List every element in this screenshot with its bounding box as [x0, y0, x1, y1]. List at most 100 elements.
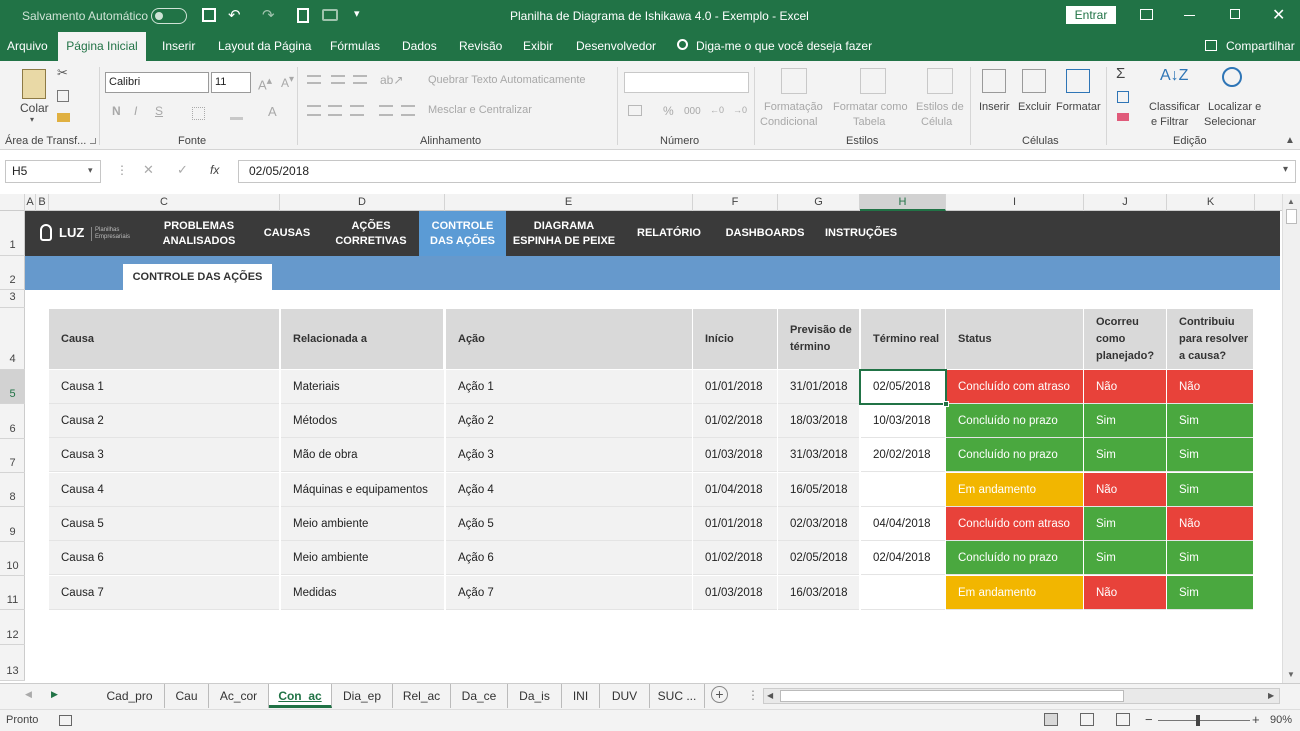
restore-icon[interactable]: [1230, 9, 1240, 19]
causa-cell[interactable]: Causa 1: [49, 370, 279, 404]
page-break-view-icon[interactable]: [1116, 713, 1130, 726]
inicio-cell[interactable]: 01/02/2018: [693, 541, 777, 575]
scroll-right-icon[interactable]: ▶: [1268, 691, 1274, 700]
inicio-cell[interactable]: 01/03/2018: [693, 438, 777, 472]
contribuiu-cell[interactable]: Sim: [1167, 576, 1253, 610]
acao-cell[interactable]: Ação 2: [446, 404, 692, 438]
sort-filter-label-2[interactable]: e Filtrar: [1151, 116, 1188, 128]
sheet-tab[interactable]: Da_ce: [451, 684, 508, 708]
italic-button[interactable]: I: [134, 104, 137, 118]
sheet-tab[interactable]: Cau: [165, 684, 209, 708]
conditional-format-label-2[interactable]: Condicional: [760, 116, 817, 128]
bold-button[interactable]: N: [112, 104, 121, 118]
copy-icon[interactable]: [57, 90, 69, 102]
expand-formula-icon[interactable]: ▾: [1283, 164, 1288, 175]
previsao-cell[interactable]: 31/03/2018: [778, 438, 859, 472]
previsao-cell[interactable]: 02/03/2018: [778, 507, 859, 541]
increase-decimal-icon[interactable]: ←0: [710, 105, 724, 115]
tab-desenvolvedor[interactable]: Desenvolvedor: [576, 32, 656, 61]
row-header[interactable]: 10: [0, 542, 25, 576]
tab-revisao[interactable]: Revisão: [459, 32, 502, 61]
font-color-icon[interactable]: A: [268, 104, 277, 119]
nav-problemas-analisados[interactable]: PROBLEMAS ANALISADOS: [155, 211, 243, 256]
relacionada-cell[interactable]: Máquinas e equipamentos: [281, 473, 444, 507]
font-size-select[interactable]: 11: [211, 72, 251, 93]
previsao-cell[interactable]: 16/05/2018: [778, 473, 859, 507]
row-header[interactable]: 3: [0, 290, 25, 308]
nav-causas[interactable]: CAUSAS: [255, 211, 319, 256]
tab-dados[interactable]: Dados: [402, 32, 437, 61]
tab-exibir[interactable]: Exibir: [523, 32, 553, 61]
name-box-dropdown-icon[interactable]: ▾: [88, 165, 93, 176]
share-button[interactable]: Compartilhar: [1226, 32, 1295, 61]
relacionada-cell[interactable]: Métodos: [281, 404, 444, 438]
wrap-text-button[interactable]: Quebrar Texto Automaticamente: [428, 74, 586, 86]
paste-dropdown-icon[interactable]: ▾: [30, 115, 34, 124]
inicio-cell[interactable]: 01/04/2018: [693, 473, 777, 507]
contribuiu-cell[interactable]: Não: [1167, 370, 1253, 404]
camera-icon[interactable]: [322, 9, 338, 21]
ribbon-display-icon[interactable]: [1140, 9, 1153, 20]
cancel-icon[interactable]: ✕: [143, 162, 154, 178]
merge-center-button[interactable]: Mesclar e Centralizar: [428, 104, 532, 116]
previsao-cell[interactable]: 18/03/2018: [778, 404, 859, 438]
acao-cell[interactable]: Ação 4: [446, 473, 692, 507]
align-middle-icon[interactable]: [331, 75, 345, 84]
delete-cells-button[interactable]: Excluir: [1018, 101, 1051, 113]
ocorreu-cell[interactable]: Sim: [1084, 507, 1166, 541]
relacionada-cell[interactable]: Medidas: [281, 576, 444, 610]
scroll-up-icon[interactable]: ▲: [1287, 197, 1295, 206]
causa-cell[interactable]: Causa 6: [49, 541, 279, 575]
column-header[interactable]: H: [860, 194, 946, 211]
tell-me-box[interactable]: Diga-me o que você deseja fazer: [696, 32, 872, 61]
formula-input[interactable]: 02/05/2018: [238, 160, 1296, 183]
find-select-label-2[interactable]: Selecionar: [1204, 116, 1256, 128]
orientation-icon[interactable]: ab↗: [380, 73, 403, 87]
relacionada-cell[interactable]: Meio ambiente: [281, 507, 444, 541]
status-badge[interactable]: Concluído no prazo: [946, 541, 1083, 575]
close-icon[interactable]: ✕: [1272, 5, 1285, 25]
acao-cell[interactable]: Ação 1: [446, 370, 692, 404]
causa-cell[interactable]: Causa 7: [49, 576, 279, 610]
page-layout-view-icon[interactable]: [1080, 713, 1094, 726]
termino-real-cell[interactable]: 10/03/2018: [861, 404, 945, 438]
termino-real-cell[interactable]: 04/04/2018: [861, 507, 945, 541]
format-table-label-2[interactable]: Tabela: [853, 116, 885, 128]
previsao-cell[interactable]: 02/05/2018: [778, 541, 859, 575]
relacionada-cell[interactable]: Materiais: [281, 370, 444, 404]
zoom-slider[interactable]: [1158, 720, 1250, 721]
undo-icon[interactable]: ↶: [228, 6, 241, 24]
increase-indent-icon[interactable]: [401, 105, 415, 116]
borders-icon[interactable]: [192, 107, 205, 120]
fill-color-icon[interactable]: [230, 107, 243, 120]
ocorreu-cell[interactable]: Sim: [1084, 404, 1166, 438]
row-header[interactable]: 11: [0, 576, 25, 610]
clear-icon[interactable]: [1117, 113, 1129, 121]
vertical-scrollbar[interactable]: ▲ ▼: [1282, 194, 1300, 683]
contribuiu-cell[interactable]: Sim: [1167, 473, 1253, 507]
font-name-select[interactable]: Calibri: [105, 72, 209, 93]
acao-cell[interactable]: Ação 7: [446, 576, 692, 610]
fill-icon[interactable]: [1117, 91, 1129, 103]
format-as-table-icon[interactable]: [860, 68, 886, 94]
acao-cell[interactable]: Ação 6: [446, 541, 692, 575]
find-select-label-1[interactable]: Localizar e: [1208, 101, 1261, 113]
zoom-slider-thumb[interactable]: [1196, 715, 1200, 726]
column-header[interactable]: J: [1084, 194, 1167, 211]
sheet-tab[interactable]: DUV: [600, 684, 650, 708]
sheet-tab[interactable]: SUC ...: [650, 684, 705, 708]
zoom-in-icon[interactable]: +: [1252, 712, 1260, 727]
clipboard-launcher-icon[interactable]: [90, 138, 96, 144]
termino-real-cell[interactable]: [861, 473, 945, 507]
previsao-cell[interactable]: 31/01/2018: [778, 370, 859, 404]
redo-icon[interactable]: ↷: [262, 6, 275, 24]
nav-controle-das-acoes[interactable]: CONTROLE DAS AÇÕES: [419, 211, 506, 256]
row-header[interactable]: 4: [0, 308, 25, 370]
underline-button[interactable]: S: [155, 104, 163, 118]
tab-inserir[interactable]: Inserir: [162, 32, 195, 61]
cell-styles-label-2[interactable]: Célula: [921, 116, 952, 128]
nav-diagrama-espinha-de-peixe[interactable]: DIAGRAMA ESPINHA DE PEIXE: [510, 211, 618, 256]
causa-cell[interactable]: Causa 2: [49, 404, 279, 438]
relacionada-cell[interactable]: Meio ambiente: [281, 541, 444, 575]
nav-relatorio[interactable]: RELATÓRIO: [629, 211, 709, 256]
